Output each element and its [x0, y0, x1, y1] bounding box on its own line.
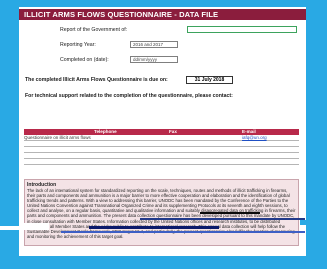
glitch-artifact: [89, 226, 219, 229]
support-text: For technical support related to the com…: [25, 93, 233, 99]
reporting-year-field[interactable]: 2016 and 2017: [130, 41, 178, 48]
glitch-artifact: [61, 231, 305, 233]
reporting-year-label: Reporting Year:: [60, 42, 96, 48]
due-text: The completed Illicit Arms Flows Questio…: [25, 77, 168, 83]
table-row: [24, 159, 299, 165]
glitch-artifact: [200, 212, 260, 214]
glitch-artifact: [140, 218, 305, 220]
government-label: Report of the Government of:: [60, 27, 128, 33]
due-date-box: 31 July 2018: [186, 76, 233, 84]
glitch-artifact: [0, 226, 19, 230]
glitch-artifact: [19, 223, 49, 230]
government-field[interactable]: [187, 26, 297, 33]
completed-date-field[interactable]: dd/mm/yyyy: [130, 56, 178, 63]
page-title: ILLICIT ARMS FLOWS QUESTIONNAIRE - DATA …: [19, 9, 306, 20]
completed-date-label: Completed on (date):: [60, 57, 109, 63]
glitch-artifact: [300, 220, 327, 225]
